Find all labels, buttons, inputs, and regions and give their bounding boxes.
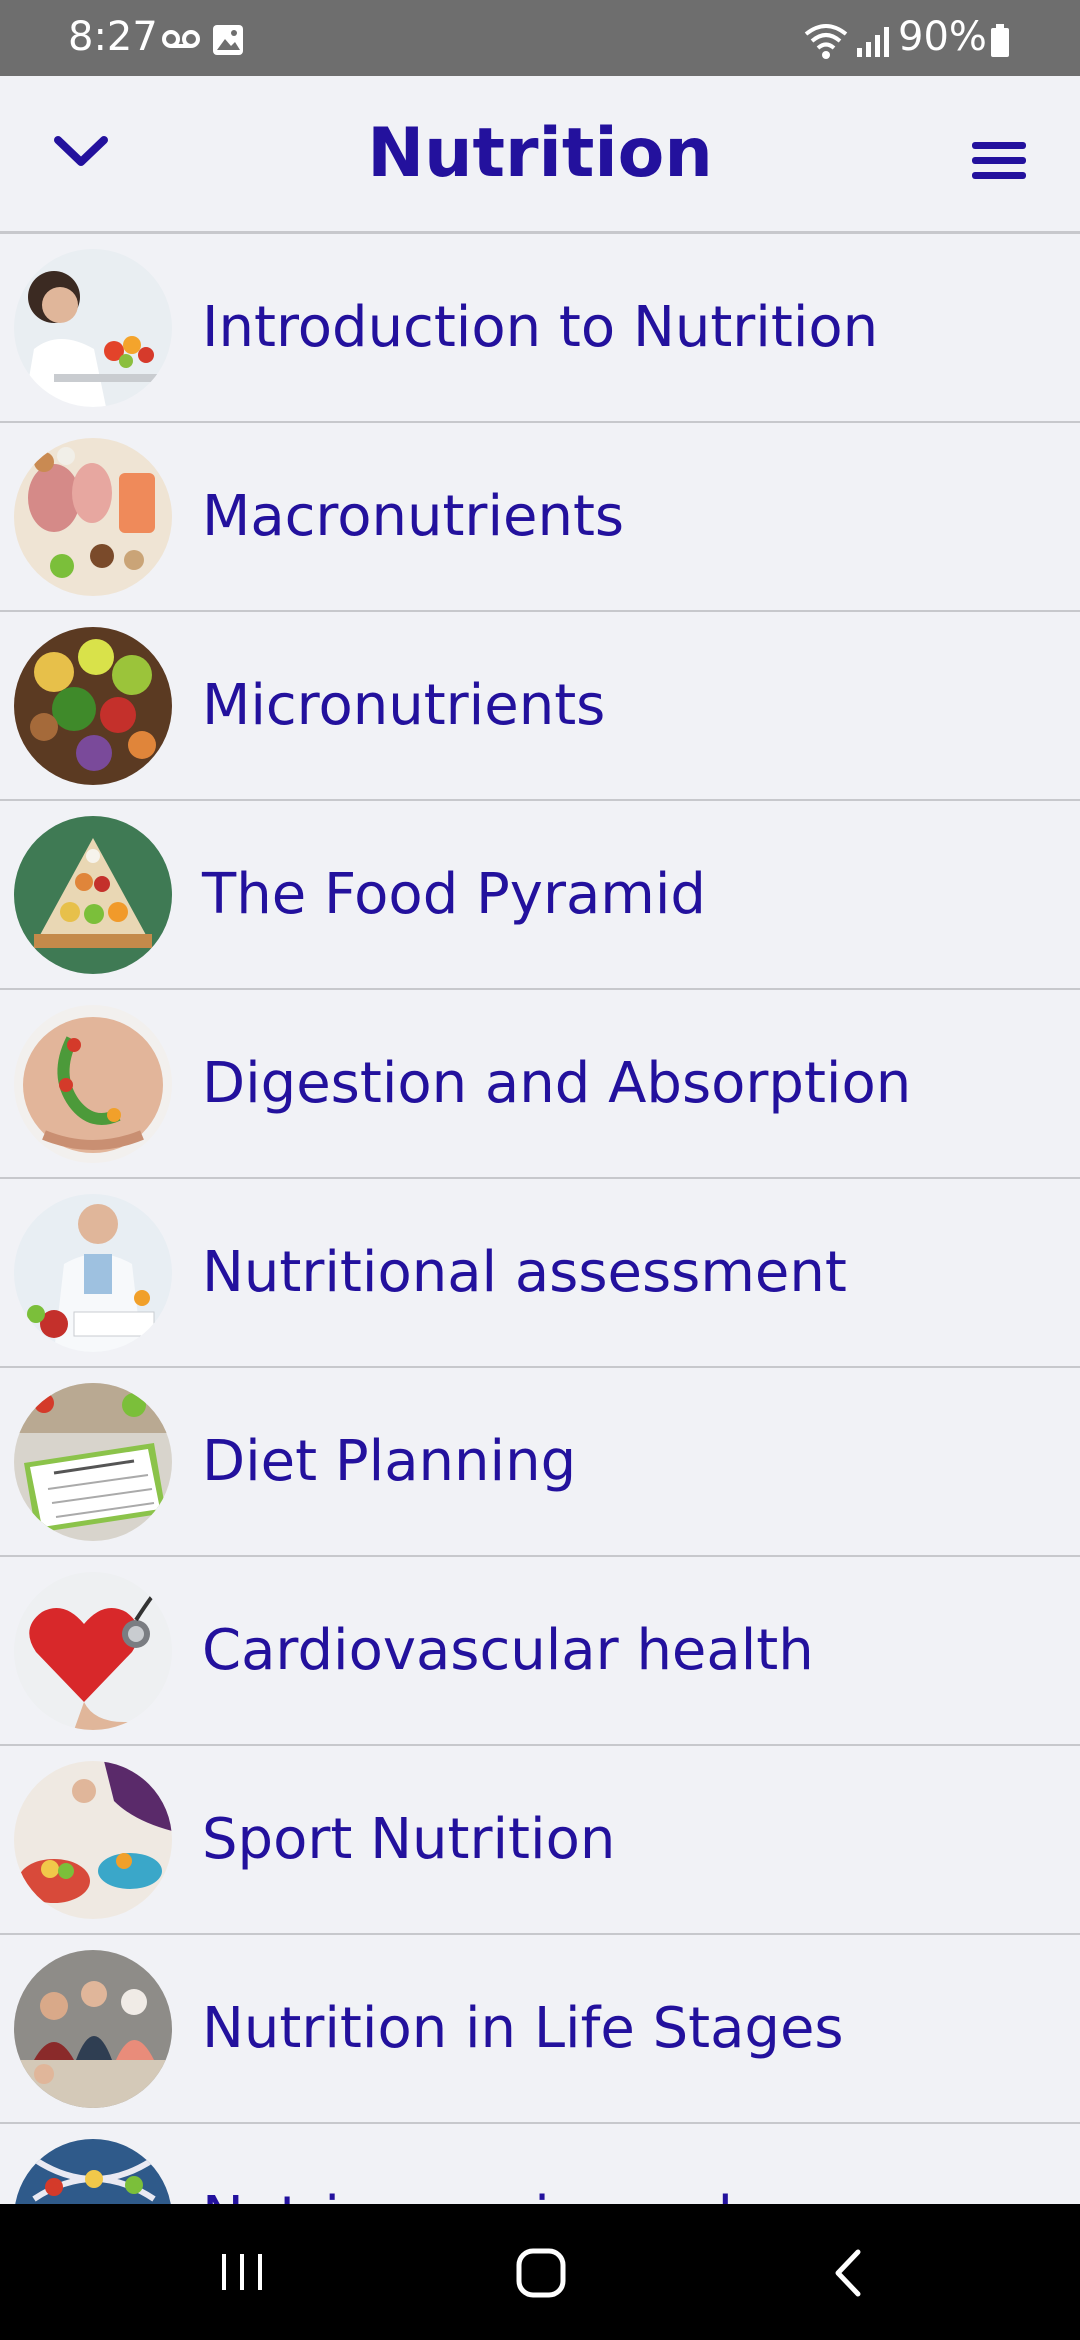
recent-apps-icon[interactable] [212,2252,272,2292]
battery-icon [991,24,1009,57]
topic-label: Micronutrients [202,673,606,738]
doctor-writing-photo [14,1194,172,1352]
topic-row[interactable]: The Food Pyramid [0,801,1080,990]
diet-plan-photo [14,1383,172,1541]
system-nav-bar [0,2204,1080,2340]
page-title: Nutrition [367,114,713,193]
food-pyramid-photo [14,816,172,974]
stomach-photo [14,1005,172,1163]
topic-row[interactable]: Nutrigenomics and [0,2124,1080,2204]
home-icon[interactable] [516,2248,566,2298]
menu-icon[interactable] [970,138,1028,184]
topic-row[interactable]: Nutritional assessment [0,1179,1080,1368]
back-icon[interactable] [828,2248,868,2298]
topic-row[interactable]: Introduction to Nutrition [0,234,1080,423]
topic-label: Sport Nutrition [202,1807,616,1872]
status-time: 8:27 [68,14,158,60]
voicemail-icon [162,30,200,48]
topic-row[interactable]: Diet Planning [0,1368,1080,1557]
topic-row[interactable]: Nutrition in Life Stages [0,1935,1080,2124]
family-cooking-photo [14,1950,172,2108]
topic-label: The Food Pyramid [202,862,706,927]
topic-row[interactable]: Macronutrients [0,423,1080,612]
status-bar: 8:27 90% [0,0,1080,76]
topic-row[interactable]: Sport Nutrition [0,1746,1080,1935]
topic-row[interactable]: Cardiovascular health [0,1557,1080,1746]
image-icon [213,25,243,55]
app-header: Nutrition [0,76,1080,234]
topic-label: Nutritional assessment [202,1240,847,1305]
battery-percent: 90% [898,14,987,60]
topic-label: Macronutrients [202,484,625,549]
signal-icon [857,27,889,57]
sport-food-photo [14,1761,172,1919]
topic-label: Cardiovascular health [202,1618,814,1683]
topic-label: Nutrigenomics and [202,2124,733,2204]
topic-label: Nutrition in Life Stages [202,1996,844,2061]
wifi-icon [804,24,848,59]
topic-label: Introduction to Nutrition [202,295,879,360]
topic-list: Introduction to Nutrition Macronutrients [0,234,1080,2204]
topic-row[interactable]: Micronutrients [0,612,1080,801]
dna-food-photo [14,2139,172,2204]
nutritionist-photo [14,249,172,407]
protein-foods-photo [14,438,172,596]
topic-label: Digestion and Absorption [202,1051,912,1116]
topic-label: Diet Planning [202,1429,577,1494]
topic-row[interactable]: Digestion and Absorption [0,990,1080,1179]
fruits-nuts-photo [14,627,172,785]
heart-stethoscope-photo [14,1572,172,1730]
